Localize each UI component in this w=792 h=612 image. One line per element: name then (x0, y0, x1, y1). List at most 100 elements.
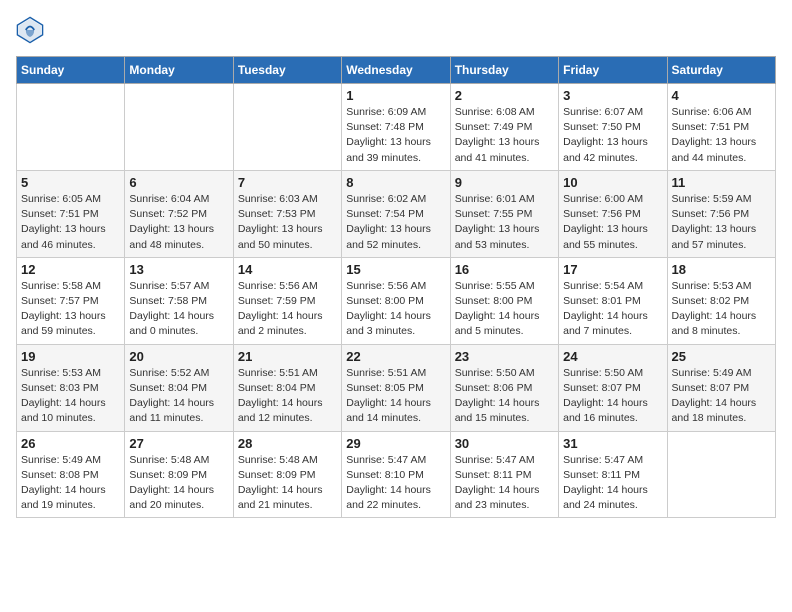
day-number: 17 (563, 262, 662, 277)
day-number: 26 (21, 436, 120, 451)
day-number: 13 (129, 262, 228, 277)
calendar-cell: 9 Sunrise: 6:01 AM Sunset: 7:55 PM Daylig… (450, 170, 558, 257)
calendar-cell: 13 Sunrise: 5:57 AM Sunset: 7:58 PM Dayli… (125, 257, 233, 344)
day-info: Sunrise: 5:56 AM Sunset: 7:59 PM Dayligh… (238, 279, 337, 340)
calendar-cell: 16Sunrise: 5:55 AM Sunset: 8:00 PM Dayli… (450, 257, 558, 344)
day-info: Sunrise: 5:59 AM Sunset: 7:56 PM Dayligh… (672, 192, 771, 253)
day-info: Sunrise: 5:51 AM Sunset: 8:04 PM Dayligh… (238, 366, 337, 427)
calendar-cell: 20Sunrise: 5:52 AM Sunset: 8:04 PM Dayli… (125, 344, 233, 431)
day-number: 6 (129, 175, 228, 190)
day-number: 14 (238, 262, 337, 277)
day-number: 12 (21, 262, 120, 277)
column-header-thursday: Thursday (450, 57, 558, 84)
calendar-cell: 10 Sunrise: 6:00 AM Sunset: 7:56 PM Dayli… (559, 170, 667, 257)
day-number: 10 (563, 175, 662, 190)
calendar-cell: 19 Sunrise: 5:53 AM Sunset: 8:03 PM Dayli… (17, 344, 125, 431)
day-info: Sunrise: 5:48 AM Sunset: 8:09 PM Dayligh… (129, 453, 228, 514)
calendar-cell: 28Sunrise: 5:48 AM Sunset: 8:09 PM Dayli… (233, 431, 341, 518)
day-number: 3 (563, 88, 662, 103)
calendar-week-row: 26 Sunrise: 5:49 AM Sunset: 8:08 PM Dayli… (17, 431, 776, 518)
calendar-cell (233, 84, 341, 171)
day-info: Sunrise: 6:05 AM Sunset: 7:51 PM Dayligh… (21, 192, 120, 253)
day-info: Sunrise: 5:53 AM Sunset: 8:03 PM Dayligh… (21, 366, 120, 427)
day-info: Sunrise: 5:52 AM Sunset: 8:04 PM Dayligh… (129, 366, 228, 427)
day-info: Sunrise: 5:51 AM Sunset: 8:05 PM Dayligh… (346, 366, 445, 427)
day-number: 5 (21, 175, 120, 190)
calendar-header-row: SundayMondayTuesdayWednesdayThursdayFrid… (17, 57, 776, 84)
calendar-cell: 12 Sunrise: 5:58 AM Sunset: 7:57 PM Dayli… (17, 257, 125, 344)
day-number: 29 (346, 436, 445, 451)
day-number: 24 (563, 349, 662, 364)
calendar-cell (125, 84, 233, 171)
column-header-tuesday: Tuesday (233, 57, 341, 84)
day-info: Sunrise: 6:09 AM Sunset: 7:48 PM Dayligh… (346, 105, 445, 166)
day-number: 15 (346, 262, 445, 277)
calendar-cell: 3Sunrise: 6:07 AM Sunset: 7:50 PM Daylig… (559, 84, 667, 171)
calendar-cell: 11 Sunrise: 5:59 AM Sunset: 7:56 PM Dayli… (667, 170, 775, 257)
day-number: 21 (238, 349, 337, 364)
calendar-cell: 5 Sunrise: 6:05 AM Sunset: 7:51 PM Daylig… (17, 170, 125, 257)
day-info: Sunrise: 5:58 AM Sunset: 7:57 PM Dayligh… (21, 279, 120, 340)
day-number: 18 (672, 262, 771, 277)
day-info: Sunrise: 6:04 AM Sunset: 7:52 PM Dayligh… (129, 192, 228, 253)
day-info: Sunrise: 6:08 AM Sunset: 7:49 PM Dayligh… (455, 105, 554, 166)
day-number: 9 (455, 175, 554, 190)
calendar-cell: 25 Sunrise: 5:49 AM Sunset: 8:07 PM Dayli… (667, 344, 775, 431)
day-number: 30 (455, 436, 554, 451)
day-number: 2 (455, 88, 554, 103)
day-number: 8 (346, 175, 445, 190)
column-header-friday: Friday (559, 57, 667, 84)
calendar-cell (17, 84, 125, 171)
day-info: Sunrise: 5:47 AM Sunset: 8:11 PM Dayligh… (563, 453, 662, 514)
day-info: Sunrise: 5:49 AM Sunset: 8:08 PM Dayligh… (21, 453, 120, 514)
calendar-cell: 27 Sunrise: 5:48 AM Sunset: 8:09 PM Dayli… (125, 431, 233, 518)
day-number: 25 (672, 349, 771, 364)
column-header-saturday: Saturday (667, 57, 775, 84)
calendar-cell: 29Sunrise: 5:47 AM Sunset: 8:10 PM Dayli… (342, 431, 450, 518)
day-number: 11 (672, 175, 771, 190)
calendar-cell: 31Sunrise: 5:47 AM Sunset: 8:11 PM Dayli… (559, 431, 667, 518)
day-info: Sunrise: 5:47 AM Sunset: 8:11 PM Dayligh… (455, 453, 554, 514)
column-header-monday: Monday (125, 57, 233, 84)
logo-icon (16, 16, 44, 44)
calendar-cell: 18 Sunrise: 5:53 AM Sunset: 8:02 PM Dayli… (667, 257, 775, 344)
day-info: Sunrise: 5:49 AM Sunset: 8:07 PM Dayligh… (672, 366, 771, 427)
day-number: 4 (672, 88, 771, 103)
day-number: 27 (129, 436, 228, 451)
calendar-cell: 1 Sunrise: 6:09 AM Sunset: 7:48 PM Daylig… (342, 84, 450, 171)
day-info: Sunrise: 5:53 AM Sunset: 8:02 PM Dayligh… (672, 279, 771, 340)
calendar-cell: 30 Sunrise: 5:47 AM Sunset: 8:11 PM Dayli… (450, 431, 558, 518)
calendar-cell: 2 Sunrise: 6:08 AM Sunset: 7:49 PM Daylig… (450, 84, 558, 171)
day-info: Sunrise: 5:54 AM Sunset: 8:01 PM Dayligh… (563, 279, 662, 340)
day-number: 1 (346, 88, 445, 103)
page-header (16, 16, 776, 44)
calendar-cell (667, 431, 775, 518)
calendar-week-row: 1 Sunrise: 6:09 AM Sunset: 7:48 PM Daylig… (17, 84, 776, 171)
column-header-wednesday: Wednesday (342, 57, 450, 84)
day-info: Sunrise: 5:56 AM Sunset: 8:00 PM Dayligh… (346, 279, 445, 340)
calendar-week-row: 5 Sunrise: 6:05 AM Sunset: 7:51 PM Daylig… (17, 170, 776, 257)
calendar-cell: 8 Sunrise: 6:02 AM Sunset: 7:54 PM Daylig… (342, 170, 450, 257)
day-info: Sunrise: 6:06 AM Sunset: 7:51 PM Dayligh… (672, 105, 771, 166)
day-info: Sunrise: 6:01 AM Sunset: 7:55 PM Dayligh… (455, 192, 554, 253)
calendar-cell: 15 Sunrise: 5:56 AM Sunset: 8:00 PM Dayli… (342, 257, 450, 344)
calendar-cell: 21 Sunrise: 5:51 AM Sunset: 8:04 PM Dayli… (233, 344, 341, 431)
day-info: Sunrise: 5:50 AM Sunset: 8:06 PM Dayligh… (455, 366, 554, 427)
calendar-cell: 23 Sunrise: 5:50 AM Sunset: 8:06 PM Dayli… (450, 344, 558, 431)
calendar-cell: 6 Sunrise: 6:04 AM Sunset: 7:52 PM Daylig… (125, 170, 233, 257)
day-info: Sunrise: 6:03 AM Sunset: 7:53 PM Dayligh… (238, 192, 337, 253)
day-number: 28 (238, 436, 337, 451)
calendar-cell: 7Sunrise: 6:03 AM Sunset: 7:53 PM Daylig… (233, 170, 341, 257)
calendar-cell: 26 Sunrise: 5:49 AM Sunset: 8:08 PM Dayli… (17, 431, 125, 518)
day-number: 23 (455, 349, 554, 364)
day-number: 19 (21, 349, 120, 364)
day-number: 22 (346, 349, 445, 364)
calendar-cell: 22 Sunrise: 5:51 AM Sunset: 8:05 PM Dayli… (342, 344, 450, 431)
day-info: Sunrise: 6:00 AM Sunset: 7:56 PM Dayligh… (563, 192, 662, 253)
day-number: 16 (455, 262, 554, 277)
day-info: Sunrise: 6:02 AM Sunset: 7:54 PM Dayligh… (346, 192, 445, 253)
calendar-cell: 17 Sunrise: 5:54 AM Sunset: 8:01 PM Dayli… (559, 257, 667, 344)
day-info: Sunrise: 5:57 AM Sunset: 7:58 PM Dayligh… (129, 279, 228, 340)
calendar-week-row: 19 Sunrise: 5:53 AM Sunset: 8:03 PM Dayli… (17, 344, 776, 431)
calendar-week-row: 12 Sunrise: 5:58 AM Sunset: 7:57 PM Dayli… (17, 257, 776, 344)
